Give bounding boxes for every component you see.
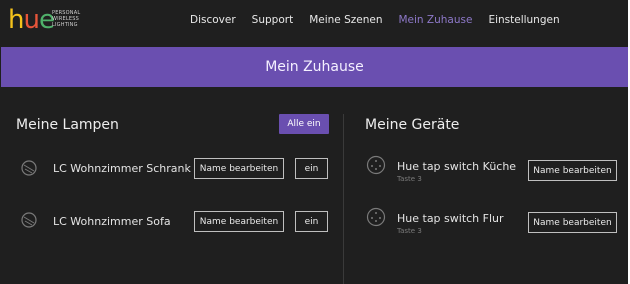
- lamps-section-title: Meine Lampen: [16, 117, 119, 133]
- lamp-icon: [21, 212, 37, 228]
- nav-mein-zuhause[interactable]: Mein Zuhause: [398, 14, 472, 26]
- nav-discover[interactable]: Discover: [190, 14, 236, 26]
- app-frame: hue PERSONAL WIRELESS LIGHTING Discover …: [0, 0, 628, 284]
- edit-name-button[interactable]: Name bearbeiten: [194, 158, 284, 179]
- logo-wordmark: hue: [8, 5, 55, 35]
- device-name: Hue tap switch Flur: [397, 212, 504, 225]
- nav-support[interactable]: Support: [252, 14, 294, 26]
- lamp-icon: [21, 160, 37, 176]
- devices-section-title: Meine Geräte: [365, 117, 460, 133]
- page-title: Mein Zuhause: [265, 59, 364, 75]
- logo-tagline: PERSONAL WIRELESS LIGHTING: [52, 10, 81, 28]
- tap-switch-icon: [366, 155, 386, 175]
- page-title-banner: Mein Zuhause: [1, 47, 628, 87]
- all-on-button[interactable]: Alle ein: [279, 114, 329, 134]
- tap-switch-icon: [366, 207, 386, 227]
- lamp-on-button[interactable]: ein: [295, 211, 328, 232]
- device-subtitle: Taste 3: [397, 175, 422, 183]
- edit-name-button[interactable]: Name bearbeiten: [528, 160, 617, 181]
- nav-meine-szenen[interactable]: Meine Szenen: [309, 14, 382, 26]
- lamp-name: LC Wohnzimmer Sofa: [53, 215, 171, 228]
- device-subtitle: Taste 3: [397, 227, 422, 235]
- edit-name-button[interactable]: Name bearbeiten: [194, 211, 284, 232]
- main-nav: Discover Support Meine Szenen Mein Zuhau…: [190, 14, 576, 26]
- lamp-name: LC Wohnzimmer Schrank: [53, 162, 191, 175]
- device-name: Hue tap switch Küche: [397, 160, 517, 173]
- section-divider: [343, 114, 344, 284]
- edit-name-button[interactable]: Name bearbeiten: [528, 212, 617, 233]
- top-navigation-bar: hue PERSONAL WIRELESS LIGHTING Discover …: [0, 0, 628, 46]
- lamp-on-button[interactable]: ein: [295, 158, 328, 179]
- hue-logo[interactable]: hue PERSONAL WIRELESS LIGHTING: [6, 5, 96, 39]
- nav-einstellungen[interactable]: Einstellungen: [488, 14, 559, 26]
